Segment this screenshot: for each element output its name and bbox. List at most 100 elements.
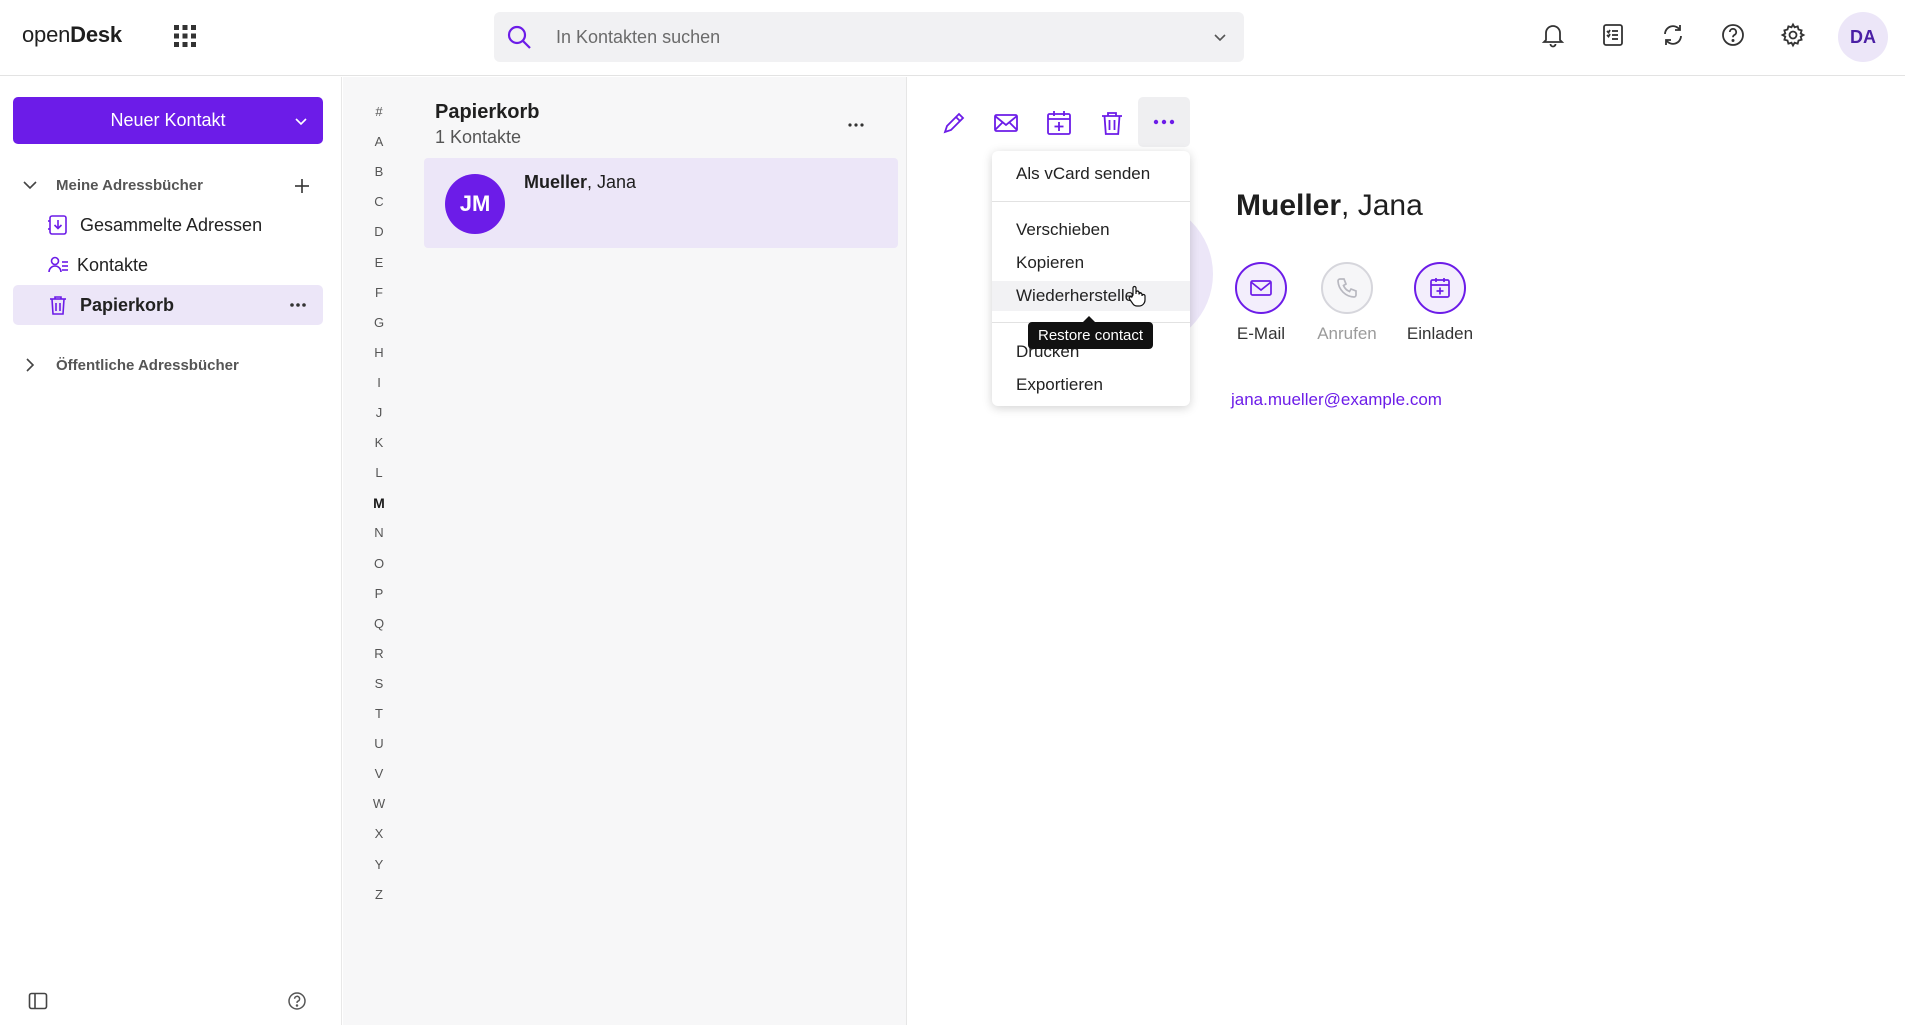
more-options-icon bbox=[1153, 118, 1175, 126]
alphabet-letter[interactable]: L bbox=[343, 465, 415, 480]
alphabet-letter[interactable]: Y bbox=[343, 857, 415, 872]
alphabet-letter[interactable]: R bbox=[343, 646, 415, 661]
toggle-sidebar-icon[interactable] bbox=[28, 992, 48, 1010]
alphabet-letter[interactable]: T bbox=[343, 706, 415, 721]
alphabet-letter[interactable]: I bbox=[343, 375, 415, 390]
quick-action-email-label: E-Mail bbox=[1236, 324, 1286, 343]
logo-text-bold: Desk bbox=[70, 22, 122, 47]
quick-action-email-circle[interactable] bbox=[1235, 262, 1287, 314]
email-field-value[interactable]: jana.mueller@example.com bbox=[1231, 390, 1442, 410]
more-options-icon[interactable] bbox=[289, 297, 307, 313]
contact-list-item[interactable]: JM Mueller, Jana bbox=[424, 158, 898, 248]
alphabet-letter[interactable]: D bbox=[343, 224, 415, 239]
detail-surname: Mueller bbox=[1236, 189, 1342, 222]
alphabet-letter[interactable]: M bbox=[343, 495, 415, 511]
menu-item-move[interactable]: Verschieben bbox=[992, 215, 1190, 245]
help-icon[interactable] bbox=[287, 991, 307, 1011]
trash-icon bbox=[47, 294, 69, 316]
alphabet-letter[interactable]: Q bbox=[343, 616, 415, 631]
contact-count: 1 Kontakte bbox=[435, 127, 522, 147]
user-avatar[interactable]: DA bbox=[1838, 12, 1888, 62]
alphabet-letter[interactable]: K bbox=[343, 435, 415, 450]
new-contact-label: Neuer Kontakt bbox=[110, 110, 226, 130]
alphabet-letter[interactable]: J bbox=[343, 405, 415, 420]
alphabet-letter[interactable]: W bbox=[343, 796, 415, 811]
sidebar-item-contacts[interactable]: Kontakte bbox=[13, 245, 323, 285]
tasks-icon[interactable] bbox=[1600, 22, 1628, 50]
sync-icon[interactable] bbox=[1660, 22, 1688, 50]
alphabet-letter[interactable]: B bbox=[343, 164, 415, 179]
alphabet-letter[interactable]: C bbox=[343, 194, 415, 209]
calendar-add-icon[interactable] bbox=[1045, 109, 1075, 139]
sidebar-item-collected-addresses[interactable]: Gesammelte Adressen bbox=[13, 205, 323, 245]
alphabet-index: # A B C D E F G H I J K L M N O P Q R S T U V W X Y Z bbox=[343, 77, 415, 1025]
sidebar-item-trash[interactable]: Papierkorb bbox=[13, 285, 323, 325]
alphabet-letter[interactable]: H bbox=[343, 345, 415, 360]
alphabet-letter[interactable]: F bbox=[343, 285, 415, 300]
more-options-icon[interactable] bbox=[847, 117, 865, 133]
contact-given-name: , Jana bbox=[587, 172, 637, 192]
menu-item-copy[interactable]: Kopieren bbox=[992, 248, 1190, 278]
sidebar: Neuer Kontakt Meine Adressbücher Gesamme… bbox=[0, 77, 342, 1025]
app-grid-icon[interactable] bbox=[174, 25, 196, 47]
alphabet-letter[interactable]: P bbox=[343, 586, 415, 601]
search-input[interactable] bbox=[556, 12, 1156, 62]
alphabet-letter[interactable]: A bbox=[343, 134, 415, 149]
chevron-down-icon[interactable] bbox=[1212, 29, 1228, 45]
quick-action-call-label: Anrufen bbox=[1317, 324, 1377, 343]
bell-icon[interactable] bbox=[1540, 22, 1568, 50]
search-bar bbox=[494, 12, 1244, 62]
quick-action-invite-circle[interactable] bbox=[1414, 262, 1466, 314]
quick-action-call-circle bbox=[1321, 262, 1373, 314]
chevron-right-icon[interactable] bbox=[22, 357, 38, 373]
quick-action-invite-label: Einladen bbox=[1406, 324, 1474, 343]
edit-pencil-icon[interactable] bbox=[940, 109, 970, 139]
hand-pointer-cursor-icon bbox=[1128, 285, 1146, 307]
quick-action-call: Anrufen bbox=[1302, 262, 1392, 344]
contacts-icon bbox=[47, 254, 69, 276]
email-icon[interactable] bbox=[992, 109, 1022, 139]
alphabet-letter[interactable]: # bbox=[343, 104, 415, 119]
public-address-books-header[interactable]: Öffentliche Adressbücher bbox=[22, 352, 239, 378]
menu-item-restore[interactable]: Wiederherstellen bbox=[992, 281, 1190, 311]
search-icon[interactable] bbox=[506, 24, 532, 50]
alphabet-letter[interactable]: O bbox=[343, 556, 415, 571]
trash-icon[interactable] bbox=[1098, 109, 1128, 139]
alphabet-letter[interactable]: N bbox=[343, 525, 415, 540]
more-actions-button[interactable] bbox=[1138, 97, 1190, 147]
menu-item-send-vcard[interactable]: Als vCard senden bbox=[992, 159, 1190, 189]
list-title: Papierkorb bbox=[435, 101, 540, 123]
restore-tooltip: Restore contact bbox=[1028, 316, 1154, 349]
contact-surname: Mueller bbox=[524, 172, 588, 192]
add-address-book-icon[interactable] bbox=[292, 176, 312, 196]
top-bar: openDesk In Kontakten suchen DA bbox=[0, 0, 1905, 76]
my-address-books-label: Meine Adressbücher bbox=[56, 176, 203, 194]
menu-divider bbox=[992, 201, 1190, 202]
my-address-books-header[interactable]: Meine Adressbücher bbox=[22, 172, 203, 198]
contact-avatar: JM bbox=[445, 174, 505, 234]
alphabet-letter[interactable]: U bbox=[343, 736, 415, 751]
sidebar-item-label: Papierkorb bbox=[80, 294, 175, 315]
quick-action-invite[interactable]: Einladen bbox=[1395, 262, 1485, 344]
new-contact-button[interactable]: Neuer Kontakt bbox=[13, 97, 323, 144]
public-address-books-label: Öffentliche Adressbücher bbox=[56, 356, 239, 374]
quick-action-email[interactable]: E-Mail bbox=[1216, 262, 1306, 344]
menu-item-export[interactable]: Exportieren bbox=[992, 370, 1190, 400]
alphabet-letter[interactable]: V bbox=[343, 766, 415, 781]
alphabet-letter[interactable]: S bbox=[343, 676, 415, 691]
contact-name: Mueller, Jana bbox=[524, 172, 636, 193]
sidebar-item-label: Gesammelte Adressen bbox=[80, 214, 263, 235]
help-icon[interactable] bbox=[1720, 22, 1748, 50]
detail-given-name: , Jana bbox=[1341, 189, 1423, 222]
more-actions-menu: Als vCard senden Verschieben Kopieren Wi… bbox=[992, 151, 1190, 406]
alphabet-letter[interactable]: X bbox=[343, 826, 415, 841]
alphabet-letter[interactable]: Z bbox=[343, 887, 415, 902]
chevron-down-icon[interactable] bbox=[22, 177, 38, 193]
collected-addresses-icon bbox=[47, 214, 69, 236]
gear-icon[interactable] bbox=[1780, 22, 1808, 50]
alphabet-letter[interactable]: E bbox=[343, 255, 415, 270]
opendesk-logo[interactable]: openDesk bbox=[22, 22, 122, 48]
chevron-down-icon[interactable] bbox=[293, 113, 309, 129]
alphabet-letter[interactable]: G bbox=[343, 315, 415, 330]
contact-detail-name: Mueller, Jana bbox=[1236, 189, 1423, 223]
